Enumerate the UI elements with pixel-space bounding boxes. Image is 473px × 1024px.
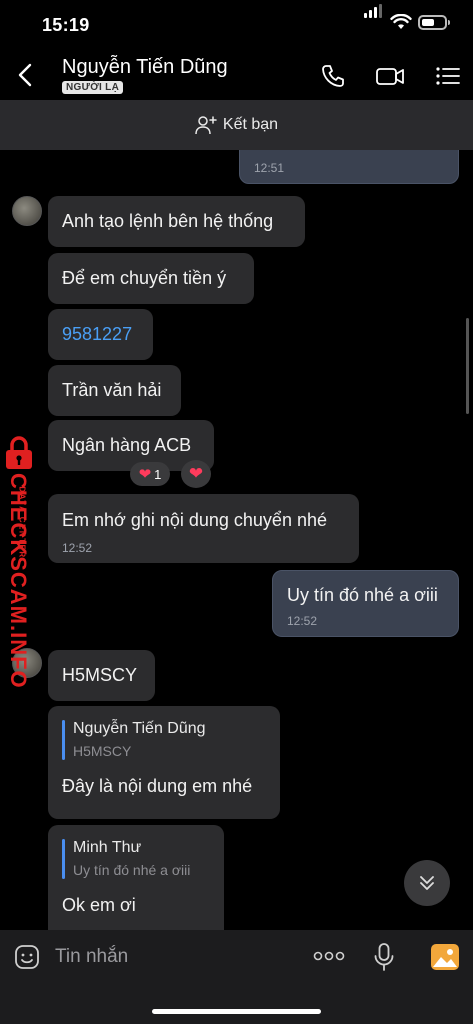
incoming-message[interactable]: Trần văn hải [48, 365, 181, 416]
emoji-sticker-icon[interactable] [14, 944, 40, 970]
reaction-count: 1 [154, 466, 162, 482]
phone-number-link[interactable]: 9581227 [62, 324, 132, 345]
incoming-message[interactable]: 9581227 [48, 309, 153, 360]
stranger-badge: NGƯỜI LẠ [62, 81, 124, 94]
message-text: Đây là nội dung em nhé [62, 776, 253, 796]
message-list[interactable]: 12:51 Anh tạo lệnh bên hệ thống Để em ch… [0, 150, 473, 930]
status-time: 15:19 [42, 15, 90, 35]
quote-bar [62, 839, 65, 879]
back-arrow-icon[interactable] [14, 62, 38, 88]
contact-name[interactable]: Nguyễn Tiến Dũng [62, 56, 228, 79]
message-text: Uy tín đó nhé a ơiii [287, 585, 438, 605]
message-time: 12:52 [62, 541, 93, 555]
message-text: H5MSCY [62, 665, 138, 685]
scrollbar[interactable] [466, 318, 469, 414]
message-input[interactable]: Tin nhắn [55, 946, 128, 968]
chat-header: Nguyễn Tiến Dũng NGƯỜI LẠ [0, 50, 473, 100]
menu-list-icon[interactable] [434, 62, 462, 90]
heart-icon: ❤ [188, 464, 204, 483]
lock-icon [6, 436, 32, 469]
add-friend-label: Kết bạn [222, 116, 279, 133]
reaction-count-badge[interactable]: ❤ 1 [130, 462, 170, 486]
quote-bar [62, 720, 65, 760]
reply-message[interactable]: Nguyễn Tiến Dũng H5MSCY Đây là nội dung … [48, 706, 280, 819]
watermark: DATA CENTER CHECKSCAM.INFO [2, 436, 50, 689]
contact-avatar[interactable] [12, 196, 42, 226]
quoted-sender: Minh Thư [73, 839, 142, 856]
microphone-icon[interactable] [373, 942, 395, 972]
battery-icon [418, 15, 450, 30]
add-friend-icon [195, 116, 217, 135]
outgoing-message-prev[interactable]: 12:51 [239, 150, 459, 184]
watermark-title: CHECKSCAM.INFO [6, 473, 31, 689]
more-options-icon[interactable] [313, 950, 345, 962]
wifi-icon [390, 14, 412, 29]
message-text: Để em chuyển tiền ý [62, 268, 227, 288]
reply-message[interactable]: Minh Thư Uy tín đó nhé a ơiii Ok em ơi [48, 825, 224, 930]
message-time: 12:51 [254, 161, 285, 175]
message-text: Ngân hàng ACB [62, 435, 192, 455]
image-gallery-icon[interactable] [430, 943, 460, 971]
scroll-to-bottom-button[interactable] [404, 860, 450, 906]
incoming-message[interactable]: H5MSCY [48, 650, 155, 701]
double-chevron-down-icon [420, 876, 434, 890]
video-call-icon[interactable] [375, 62, 405, 90]
message-text: Ok em ơi [62, 895, 136, 915]
outgoing-message[interactable]: Uy tín đó nhé a ơiii 12:52 [272, 570, 459, 637]
quoted-text: H5MSCY [73, 743, 132, 759]
home-indicator [152, 1009, 321, 1014]
react-heart-button[interactable]: ❤ [181, 460, 211, 488]
quoted-sender: Nguyễn Tiến Dũng [73, 720, 206, 737]
message-text: Anh tạo lệnh bên hệ thống [62, 211, 274, 231]
message-text: Trần văn hải [62, 380, 162, 400]
phone-call-icon[interactable] [319, 62, 347, 90]
status-bar: 15:19 [0, 0, 473, 50]
incoming-message[interactable]: Anh tạo lệnh bên hệ thống [48, 196, 305, 247]
incoming-message[interactable]: Em nhớ ghi nội dung chuyển nhé 12:52 [48, 494, 359, 563]
message-text: Em nhớ ghi nội dung chuyển nhé [62, 510, 327, 530]
add-friend-bar[interactable]: Kết bạn [0, 100, 473, 150]
incoming-message[interactable]: Để em chuyển tiền ý [48, 253, 254, 304]
message-time: 12:52 [287, 614, 318, 628]
heart-icon: ❤ [138, 466, 152, 483]
quoted-text: Uy tín đó nhé a ơiii [73, 862, 191, 878]
